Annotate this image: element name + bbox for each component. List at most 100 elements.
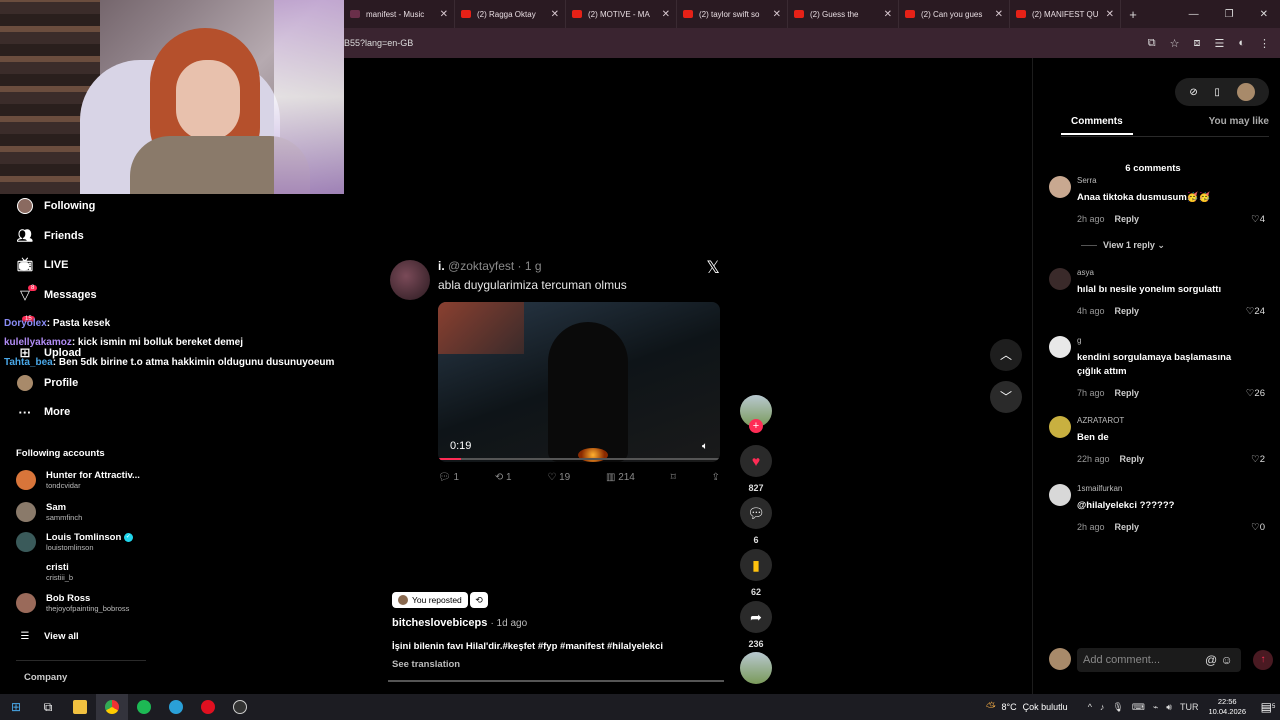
spotify-icon[interactable] xyxy=(128,694,160,720)
chevron-up-icon[interactable]: ^ xyxy=(1088,702,1092,712)
browser-tab[interactable]: (2) Can you gues ✕ xyxy=(899,0,1010,28)
avatar[interactable] xyxy=(1049,484,1071,506)
video-progress-bar[interactable] xyxy=(388,680,724,682)
browser-tab[interactable]: (2) taylor swift so ✕ xyxy=(677,0,788,28)
close-tab-icon[interactable]: ✕ xyxy=(551,9,559,20)
speaker-icon[interactable]: ♪ xyxy=(1100,702,1105,712)
opera-icon[interactable] xyxy=(192,694,224,720)
view-all-link[interactable]: ☰ View all xyxy=(16,628,79,644)
browser-tab[interactable]: (2) Ragga Oktay ✕ xyxy=(455,0,566,28)
following-account[interactable]: Hunter for Attractiv... tondcvidar xyxy=(16,470,140,490)
phone-icon[interactable]: ▯ xyxy=(1214,87,1220,98)
task-view-icon[interactable]: ⧉ xyxy=(32,694,64,720)
obs-icon[interactable] xyxy=(224,694,256,720)
volume-icon[interactable]: 🔊︎ xyxy=(1166,702,1172,713)
nav-friends[interactable]: 👥︎ Friends xyxy=(16,228,84,244)
emoji-icon[interactable]: ☺ xyxy=(1221,653,1233,667)
restore-icon[interactable]: ❐ xyxy=(1225,9,1234,20)
following-account[interactable]: Sam sammfinch xyxy=(16,502,82,522)
compass-icon[interactable]: ⊘ xyxy=(1189,87,1197,98)
close-tab-icon[interactable]: ✕ xyxy=(995,9,1003,20)
see-translation-link[interactable]: See translation xyxy=(392,659,460,670)
notifications-icon[interactable]: ▤ 5 xyxy=(1256,694,1280,720)
video-author[interactable]: bitcheslovebiceps · 1d ago xyxy=(392,617,527,629)
share-action[interactable]: ➦ 236 xyxy=(740,601,772,649)
tab-comments[interactable]: Comments xyxy=(1061,116,1133,135)
reply-button[interactable]: Reply xyxy=(1120,454,1145,464)
file-explorer-icon[interactable] xyxy=(64,694,96,720)
reading-list-icon[interactable]: ☰ xyxy=(1214,37,1224,50)
chrome-icon[interactable] xyxy=(96,694,128,720)
comment-like[interactable]: ♡24 xyxy=(1246,306,1265,317)
menu-icon[interactable]: ⋮ xyxy=(1259,37,1270,50)
browser-tab[interactable]: (2) MOTIVE - MA ✕ xyxy=(566,0,677,28)
browser-tab[interactable]: (2) MANIFEST QU ✕ xyxy=(1010,0,1121,28)
reply-button[interactable]: Reply xyxy=(1115,522,1140,532)
install-icon[interactable]: ⧉ xyxy=(1148,37,1156,50)
browser-tab[interactable]: manifest - Music ✕ xyxy=(344,0,455,28)
extensions-icon[interactable]: ⧈ xyxy=(1193,37,1200,50)
company-link[interactable]: Company xyxy=(24,672,67,683)
avatar[interactable] xyxy=(1049,336,1071,358)
weather-widget[interactable]: ⛅︎ 8°C Çok bulutlu xyxy=(986,700,1088,715)
save-action[interactable]: ▮ 62 xyxy=(740,549,772,597)
share-arrow-icon[interactable]: ➦ xyxy=(740,601,772,633)
heart-icon[interactable]: ♥ xyxy=(740,445,772,477)
reply-button[interactable]: Reply xyxy=(1115,306,1140,316)
minimize-icon[interactable]: — xyxy=(1189,9,1199,20)
nav-profile[interactable]: Profile xyxy=(16,375,78,391)
following-account[interactable]: Bob Ross thejoyofpainting_bobross xyxy=(16,593,129,613)
next-video-button[interactable]: ﹀ xyxy=(990,381,1022,413)
close-tab-icon[interactable]: ✕ xyxy=(440,9,448,20)
following-account[interactable]: Louis Tomlinson ✓ louistomlinson xyxy=(16,532,133,552)
comment-tabs: Comments You may like xyxy=(1061,116,1269,135)
comment-like[interactable]: ♡2 xyxy=(1251,454,1265,465)
music-disc-icon[interactable] xyxy=(740,652,772,684)
url-text[interactable]: B55?lang=en-GB xyxy=(344,38,413,48)
browser-tab[interactable]: (2) Guess the ✕ xyxy=(788,0,899,28)
comment-like[interactable]: ♡0 xyxy=(1251,522,1265,533)
comment-like[interactable]: ♡26 xyxy=(1246,388,1265,399)
close-tab-icon[interactable]: ✕ xyxy=(773,9,781,20)
send-comment-button[interactable]: ↑ xyxy=(1253,650,1273,670)
avatar[interactable] xyxy=(1236,83,1255,101)
close-tab-icon[interactable]: ✕ xyxy=(1106,9,1114,20)
keyboard-icon[interactable]: ⌨ xyxy=(1132,702,1145,713)
comment-like[interactable]: ♡4 xyxy=(1251,214,1265,225)
nav-live[interactable]: 📺︎ LIVE xyxy=(16,257,69,273)
nav-more[interactable]: ··· More xyxy=(16,404,71,420)
view-replies-button[interactable]: View 1 reply ⌄ xyxy=(1081,240,1165,251)
x-logo-icon: 𝕏 xyxy=(706,258,720,277)
close-tab-icon[interactable]: ✕ xyxy=(884,9,892,20)
close-window-icon[interactable]: ✕ xyxy=(1260,9,1268,20)
input-language[interactable]: TUR xyxy=(1180,702,1199,712)
repost-icon[interactable]: ⟲ xyxy=(470,592,488,608)
reply-button[interactable]: Reply xyxy=(1115,388,1140,398)
tab-you-may-like[interactable]: You may like xyxy=(1209,116,1269,135)
avatar[interactable] xyxy=(1049,176,1071,198)
avatar[interactable] xyxy=(1049,268,1071,290)
bookmark-icon[interactable]: ▮ xyxy=(740,549,772,581)
mention-icon[interactable]: @ xyxy=(1205,653,1217,667)
reply-button[interactable]: Reply xyxy=(1115,214,1140,224)
close-tab-icon[interactable]: ✕ xyxy=(662,9,670,20)
mic-icon[interactable]: 🎙︎ xyxy=(1112,702,1123,713)
you-reposted-pill[interactable]: You reposted xyxy=(392,592,468,608)
video-player[interactable]: i. @zoktayfest · 1 g 𝕏 abla duygularimiz… xyxy=(388,250,724,500)
network-icon[interactable]: ⌁ xyxy=(1153,702,1158,713)
app-icon[interactable] xyxy=(160,694,192,720)
like-action[interactable]: ♥ 827 xyxy=(740,445,772,493)
clock[interactable]: 22:56 10.04.2026 xyxy=(1208,697,1246,717)
comment-icon[interactable]: 💬︎ xyxy=(740,497,772,529)
follow-plus-icon[interactable]: + xyxy=(749,419,763,433)
comment-action[interactable]: 💬︎ 6 xyxy=(740,497,772,545)
previous-video-button[interactable]: ︿ xyxy=(990,339,1022,371)
new-tab-button[interactable]: + xyxy=(1121,7,1145,22)
messages-badge: 8 xyxy=(28,285,38,291)
profile-icon[interactable]: ◐ xyxy=(1238,37,1245,50)
windows-start-icon[interactable]: ⊞ xyxy=(0,694,32,720)
bookmark-star-icon[interactable]: ☆ xyxy=(1170,37,1180,50)
nav-following[interactable]: Following xyxy=(16,198,95,214)
avatar[interactable] xyxy=(1049,416,1071,438)
following-account[interactable]: cristi cristiii_b xyxy=(16,562,73,582)
